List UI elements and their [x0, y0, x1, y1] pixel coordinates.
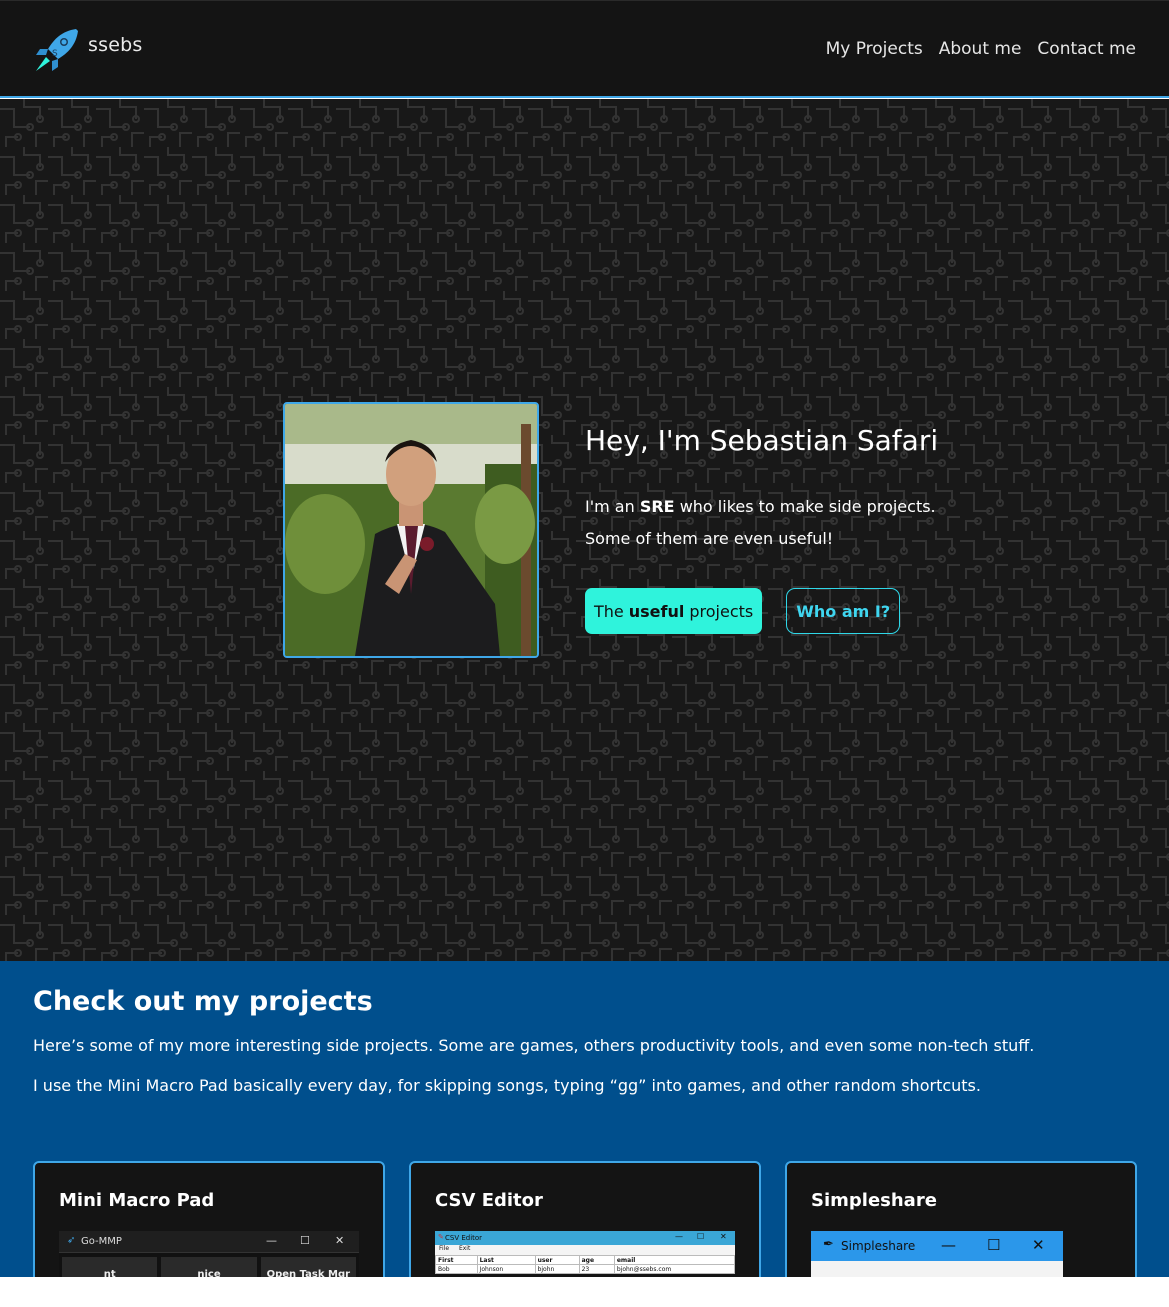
menu-bar: File Exit — [435, 1245, 735, 1255]
header-cell: Last — [476, 1255, 536, 1265]
page: S ssebs My Projects About me Contact me — [0, 0, 1169, 1277]
window-titlebar: ✎ CSV Editor — ☐ ✕ — [435, 1231, 735, 1245]
minimize-icon: — — [266, 1234, 277, 1247]
window-titlebar: ✒ Simpleshare — ☐ ✕ — [811, 1231, 1063, 1261]
brand[interactable]: S ssebs — [32, 25, 142, 75]
app-icon: ✎ — [438, 1233, 444, 1241]
project-card-mini-macro-pad[interactable]: Mini Macro Pad ➶ Go-MMP — ☐ ✕ nt nice Op… — [33, 1161, 385, 1277]
button-text-pre: The — [594, 601, 624, 621]
nav-links: My Projects About me Contact me — [826, 39, 1136, 59]
hero-intro-line: I'm an SRE who likes to make side projec… — [585, 491, 1105, 523]
button-text-post: projects — [689, 601, 754, 621]
card-title: Simpleshare — [811, 1190, 937, 1211]
intro-role: SRE — [639, 497, 675, 516]
nav-link-my-projects[interactable]: My Projects — [826, 39, 923, 59]
header-cell: age — [578, 1255, 615, 1265]
window-titlebar: ➶ Go-MMP — ☐ ✕ — [59, 1231, 359, 1253]
nav-link-contact-me[interactable]: Contact me — [1037, 39, 1136, 59]
rocket-logo-icon: S — [36, 29, 78, 71]
table-cell: 23 — [578, 1264, 615, 1274]
macro-key: nice — [161, 1257, 257, 1277]
card-title: Mini Macro Pad — [59, 1190, 215, 1211]
table-cell: bjohn — [534, 1264, 580, 1274]
macro-key: Open Task Mgr — [260, 1257, 356, 1277]
app-icon: ➶ — [67, 1235, 76, 1246]
hero-buttons: The useful projects Who am I? — [585, 588, 901, 634]
menu-exit: Exit — [458, 1245, 471, 1252]
table-row: Bob Johnson bjohn 23 bjohn@ssebs.com — [435, 1264, 735, 1274]
maximize-icon: ☐ — [697, 1232, 705, 1241]
projects-description-1: Here’s some of my more interesting side … — [33, 1036, 1035, 1055]
projects-heading: Check out my projects — [33, 986, 373, 1017]
intro-post: who likes to make side projects. — [674, 497, 936, 516]
minimize-icon: — — [941, 1236, 956, 1254]
window-title: Simpleshare — [841, 1239, 916, 1253]
useful-projects-button[interactable]: The useful projects — [585, 588, 763, 634]
maximize-icon: ☐ — [300, 1234, 310, 1247]
close-icon: ✕ — [1032, 1236, 1045, 1254]
maximize-icon: ☐ — [987, 1236, 1001, 1254]
intro-pre: I'm an — [585, 497, 640, 516]
macro-keys: nt nice Open Task Mgr — [59, 1253, 359, 1277]
header-cell: user — [534, 1255, 580, 1265]
feather-icon: ✒ — [823, 1237, 834, 1252]
project-screenshot: ✒ Simpleshare — ☐ ✕ — [811, 1231, 1111, 1277]
project-screenshot: ✎ CSV Editor — ☐ ✕ File Exit First Last … — [435, 1231, 735, 1277]
header-cell: First — [435, 1255, 478, 1265]
card-title: CSV Editor — [435, 1190, 543, 1211]
projects-description-2: I use the Mini Macro Pad basically every… — [33, 1076, 981, 1095]
who-am-i-button[interactable]: Who am I? — [786, 588, 901, 634]
csv-table: First Last user age email Bob Johnson bj… — [435, 1255, 735, 1274]
project-card-csv-editor[interactable]: CSV Editor ✎ CSV Editor — ☐ ✕ File Exit … — [409, 1161, 761, 1277]
window-body — [811, 1261, 1063, 1277]
table-cell: Bob — [435, 1264, 478, 1274]
project-screenshot: ➶ Go-MMP — ☐ ✕ nt nice Open Task Mgr — [59, 1231, 359, 1277]
window-title: Go-MMP — [81, 1236, 122, 1247]
hero-subline: Some of them are even useful! — [585, 529, 834, 548]
svg-text:S: S — [52, 49, 58, 59]
hero-text: Hey, I'm Sebastian Safari I'm an SRE who… — [585, 424, 1105, 555]
header-cell: email — [613, 1255, 735, 1265]
profile-photo — [283, 402, 539, 658]
menu-file: File — [439, 1245, 450, 1252]
close-icon: ✕ — [720, 1232, 727, 1241]
brand-name: ssebs — [88, 34, 143, 56]
window-title: CSV Editor — [445, 1234, 483, 1242]
table-header-row: First Last user age email — [435, 1255, 735, 1265]
project-card-simpleshare[interactable]: Simpleshare ✒ Simpleshare — ☐ ✕ — [785, 1161, 1137, 1277]
hero-title: Hey, I'm Sebastian Safari — [585, 424, 939, 457]
nav-link-about-me[interactable]: About me — [939, 39, 1022, 59]
table-cell: Johnson — [476, 1264, 536, 1274]
table-cell: bjohn@ssebs.com — [613, 1264, 735, 1274]
close-icon: ✕ — [335, 1234, 345, 1247]
top-navbar: S ssebs My Projects About me Contact me — [0, 0, 1169, 98]
projects-section: Check out my projects Here’s some of my … — [0, 961, 1169, 1277]
minimize-icon: — — [675, 1232, 683, 1241]
hero-section: Hey, I'm Sebastian Safari I'm an SRE who… — [0, 99, 1169, 961]
button-text-bold: useful — [628, 601, 685, 621]
macro-key: nt — [62, 1257, 158, 1277]
